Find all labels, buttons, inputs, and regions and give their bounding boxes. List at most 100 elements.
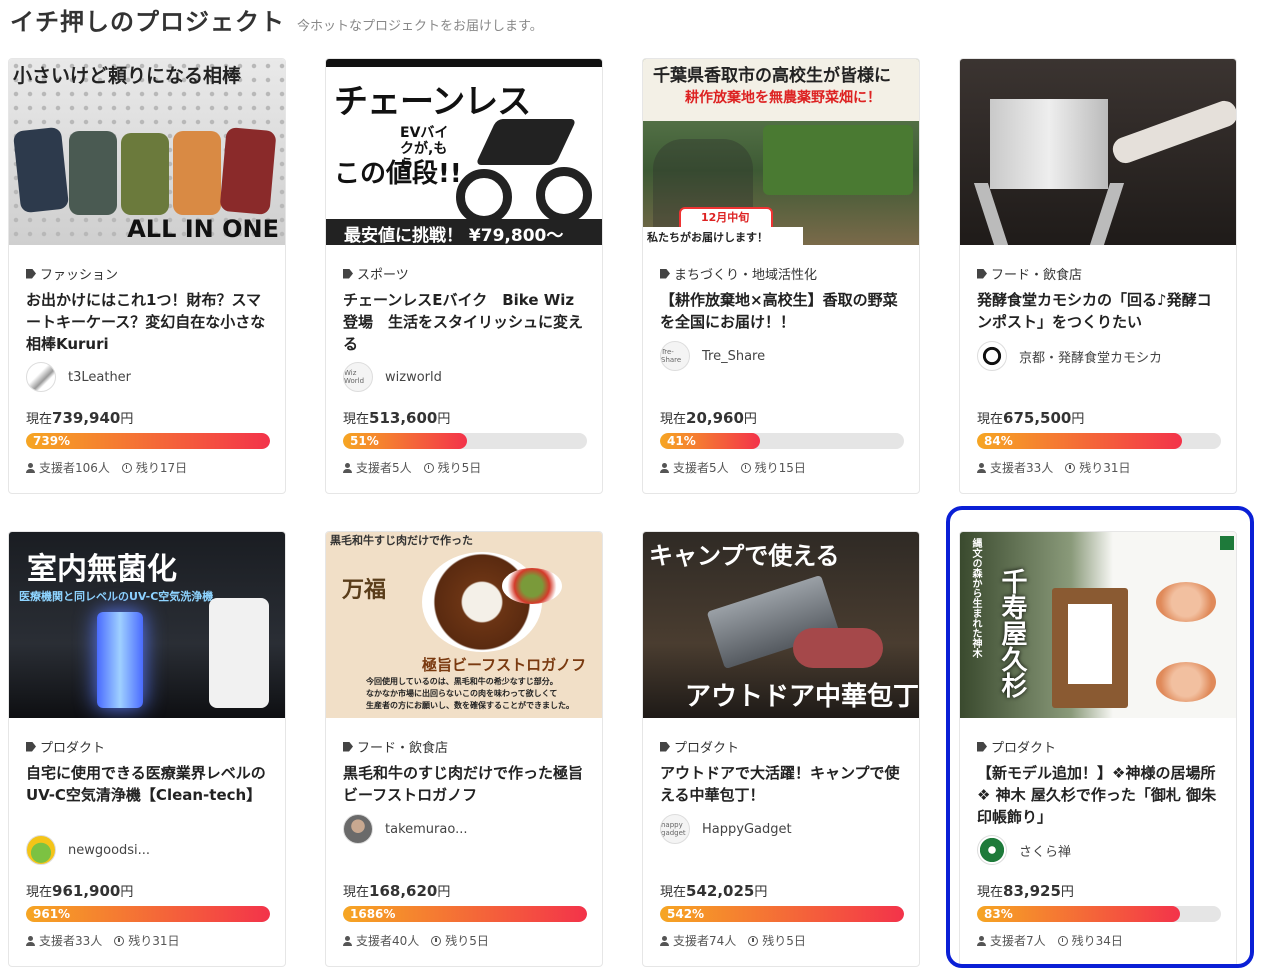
thumbnail-caption: 室内無菌化 <box>27 552 177 587</box>
project-card[interactable]: チェーンレス EVバイクが,もう この値段!! 最安値に挑戦！ ¥79,800〜… <box>325 58 603 494</box>
owner-name: t3Leather <box>68 369 132 385</box>
project-meta: 支援者33人 残り31日 <box>977 459 1131 476</box>
category-label: フード・飲食店 <box>977 264 1082 283</box>
project-owner[interactable]: happy gadget HappyGadget <box>660 814 792 844</box>
project-title[interactable]: 黒毛和牛のすじ肉だけで作った極旨ビーフストロガノフ <box>343 762 585 806</box>
owner-name: newgoodsi... <box>68 842 151 858</box>
progress-percent: 1686% <box>350 907 396 921</box>
supporter-count: 支援者106人 <box>39 461 110 475</box>
project-owner[interactable]: newgoodsi... <box>26 835 150 865</box>
amount-raised: 現在675,500円 <box>977 409 1085 427</box>
project-meta: 支援者33人 残り31日 <box>26 932 180 949</box>
progress-percent: 84% <box>984 434 1013 448</box>
project-card[interactable]: 黒毛和牛すじ肉だけで作った 万福 極旨ビーフストロガノフ 今回使用しているのは、… <box>325 531 603 967</box>
tag-icon <box>343 268 353 279</box>
project-card[interactable]: 室内無菌化 医療機関と同レベルのUV-C空気洗浄機 プロダクト 自宅に使用できる… <box>8 531 286 967</box>
progress-percent: 542% <box>667 907 705 921</box>
selection-highlight <box>946 506 1254 968</box>
project-meta: 支援者40人 残り5日 <box>343 932 489 949</box>
owner-name: HappyGadget <box>702 821 792 837</box>
supporter-count: 支援者5人 <box>356 461 412 475</box>
project-thumbnail[interactable]: キャンプで使える アウトドア中華包丁 <box>643 532 920 718</box>
person-icon <box>660 935 669 946</box>
owner-name: Tre_Share <box>702 348 766 364</box>
clock-icon <box>423 462 434 473</box>
project-thumbnail[interactable]: チェーンレス EVバイクが,もう この値段!! 最安値に挑戦！ ¥79,800〜 <box>326 59 602 245</box>
person-icon <box>343 935 352 946</box>
tag-icon <box>26 268 36 279</box>
supporter-count: 支援者33人 <box>39 934 103 948</box>
thumbnail-caption: 極旨ビーフストロガノフ <box>422 656 587 674</box>
project-owner[interactable]: 京都・発酵食堂カモシカ <box>977 341 1162 371</box>
thumbnail-caption: この値段!! <box>334 159 462 189</box>
project-owner[interactable]: Wiz World wizworld <box>343 362 442 392</box>
thumbnail-caption: 生産者の方にお願いし、数を確保することができました。 <box>366 701 574 710</box>
thumbnail-caption: アウトドア中華包丁 <box>685 682 920 712</box>
project-owner[interactable]: takemurao... <box>343 814 467 844</box>
project-thumbnail[interactable]: 室内無菌化 医療機関と同レベルのUV-C空気洗浄機 <box>9 532 285 718</box>
progress-bar: 542% <box>660 906 904 922</box>
thumbnail-caption: ALL IN ONE <box>127 215 279 243</box>
project-card[interactable]: フード・飲食店 発酵食堂カモシカの「回る♪発酵コンポスト」をつくりたい 京都・発… <box>959 58 1237 494</box>
thumbnail-caption: チェーンレス <box>334 82 531 122</box>
amount-raised: 現在542,025円 <box>660 882 768 900</box>
section-header: イチ押しのプロジェクト 今ホットなプロジェクトをお届けします。 <box>10 2 543 36</box>
project-title[interactable]: 自宅に使用できる医療業界レベルのUV-C空気清浄機【Clean-tech】 <box>26 762 268 806</box>
days-remaining: 残り31日 <box>128 934 180 948</box>
tag-icon <box>660 741 670 752</box>
project-thumbnail[interactable]: 小さいけど頼りになる相棒 ALL IN ONE <box>9 59 285 245</box>
progress-percent: 51% <box>350 434 379 448</box>
project-thumbnail[interactable] <box>960 59 1236 245</box>
thumbnail-caption: キャンプで使える <box>649 542 840 570</box>
project-owner[interactable]: t3Leather <box>26 362 131 392</box>
section-subtitle: 今ホットなプロジェクトをお届けします。 <box>297 19 543 34</box>
amount-raised: 現在513,600円 <box>343 409 451 427</box>
owner-name: wizworld <box>385 369 442 385</box>
project-thumbnail[interactable]: 黒毛和牛すじ肉だけで作った 万福 極旨ビーフストロガノフ 今回使用しているのは、… <box>326 532 602 718</box>
category-label: プロダクト <box>26 737 105 756</box>
avatar <box>26 835 56 865</box>
thumbnail-caption: 千葉県香取市の高校生が皆様に <box>653 66 891 86</box>
progress-percent: 739% <box>33 434 71 448</box>
person-icon <box>26 462 35 473</box>
supporter-count: 支援者33人 <box>990 461 1054 475</box>
project-title[interactable]: チェーンレスEバイク Bike Wiz 登場 生活をスタイリッシュに変える <box>343 289 585 355</box>
days-remaining: 残り5日 <box>762 934 806 948</box>
project-owner[interactable]: Tre-Share Tre_Share <box>660 341 765 371</box>
project-card[interactable]: 千葉県香取市の高校生が皆様に 耕作放棄地を無農薬野菜畑に！ 12月中旬 私たちが… <box>642 58 920 494</box>
clock-icon <box>121 462 132 473</box>
avatar: happy gadget <box>660 814 690 844</box>
category-label: プロダクト <box>660 737 739 756</box>
category-label: ファッション <box>26 264 118 283</box>
avatar <box>343 814 373 844</box>
thumbnail-caption: 最安値に挑戦！ ¥79,800〜 <box>344 226 564 245</box>
progress-bar: 961% <box>26 906 270 922</box>
supporter-count: 支援者5人 <box>673 461 729 475</box>
amount-raised: 現在739,940円 <box>26 409 134 427</box>
progress-bar: 739% <box>26 433 270 449</box>
amount-raised: 現在961,900円 <box>26 882 134 900</box>
project-title[interactable]: アウトドアで大活躍！キャンプで使える中華包丁！ <box>660 762 902 806</box>
project-meta: 支援者74人 残り5日 <box>660 932 806 949</box>
project-meta: 支援者5人 残り5日 <box>343 459 481 476</box>
project-title[interactable]: お出かけにはこれ1つ！財布？スマートキーケース？変幻自在な小さな相棒Kururi <box>26 289 268 355</box>
thumbnail-caption: 耕作放棄地を無農薬野菜畑に！ <box>685 90 881 106</box>
clock-icon <box>748 935 759 946</box>
days-remaining: 残り5日 <box>445 934 489 948</box>
progress-percent: 41% <box>667 434 696 448</box>
clock-icon <box>114 935 125 946</box>
person-icon <box>660 462 669 473</box>
project-card[interactable]: キャンプで使える アウトドア中華包丁 プロダクト アウトドアで大活躍！キャンプで… <box>642 531 920 967</box>
days-remaining: 残り17日 <box>135 461 188 475</box>
thumbnail-caption: 今回使用しているのは、黒毛和牛の希少なすじ部分。 <box>366 677 558 686</box>
project-thumbnail[interactable]: 千葉県香取市の高校生が皆様に 耕作放棄地を無農薬野菜畑に！ 12月中旬 私たちが… <box>643 59 919 245</box>
owner-name: 京都・発酵食堂カモシカ <box>1019 350 1163 366</box>
project-title[interactable]: 発酵食堂カモシカの「回る♪発酵コンポスト」をつくりたい <box>977 289 1219 333</box>
progress-bar: 84% <box>977 433 1221 449</box>
section-title: イチ押しのプロジェクト <box>10 8 285 36</box>
project-title[interactable]: 【耕作放棄地×高校生】香取の野菜を全国にお届け！！ <box>660 289 902 333</box>
person-icon <box>343 462 352 473</box>
tag-icon <box>26 741 36 752</box>
category-label: フード・飲食店 <box>343 737 448 756</box>
project-card[interactable]: 小さいけど頼りになる相棒 ALL IN ONE ファッション お出かけにはこれ1… <box>8 58 286 494</box>
